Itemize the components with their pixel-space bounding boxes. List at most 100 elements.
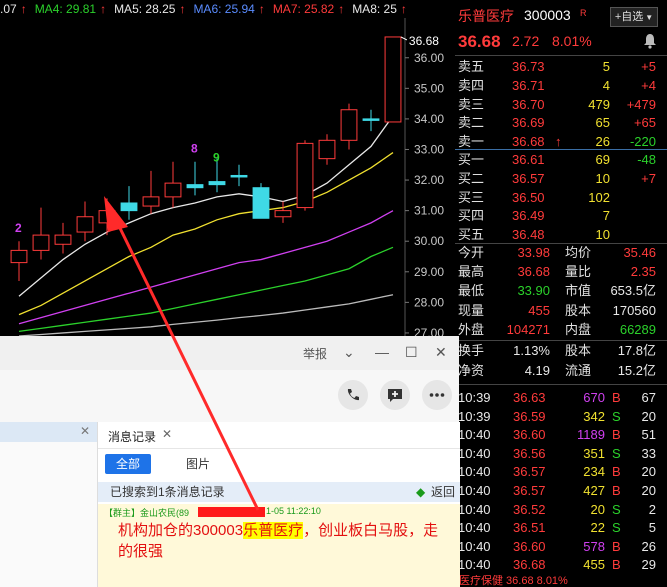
more-options-button[interactable]	[422, 380, 452, 410]
order-book-row: 买二 36.57 10 +7	[455, 169, 667, 188]
ma-line	[18, 246, 394, 333]
order-price: 36.61	[512, 152, 545, 167]
maximize-icon[interactable]: ☐	[405, 344, 418, 361]
price-change: 2.72	[512, 33, 540, 49]
candle-body	[54, 234, 72, 245]
order-volume-change: +5	[641, 59, 656, 74]
tick-count: 2	[648, 501, 656, 517]
candle-body	[98, 210, 116, 224]
message-time: 1-05 11:22:10	[266, 506, 321, 516]
order-level-label: 买三	[458, 189, 485, 205]
tick-volume: 234	[583, 464, 605, 480]
order-level-label: 卖三	[458, 96, 485, 112]
stat-value: 33.90	[517, 283, 550, 299]
order-volume: 7	[602, 208, 610, 224]
order-book-row: 买一 36.61 69 -48	[455, 150, 667, 169]
stat-row: 净资 4.19 流通 15.2亿	[455, 361, 667, 380]
tick-price: 36.57	[513, 464, 546, 480]
tick-row: 10:40 36.60 578 B 26	[455, 537, 667, 556]
r-badge: R	[580, 8, 587, 18]
search-result-bar: 已搜索到1条消息记录 ◆ 返回	[98, 482, 460, 502]
ma-legend-item: MA6: 25.94	[193, 2, 255, 16]
tick-price: 36.68	[513, 557, 546, 573]
minimize-icon[interactable]: —	[375, 344, 389, 360]
add-watchlist-button[interactable]: +自选 ▼	[610, 7, 658, 27]
tick-time: 10:40	[458, 557, 491, 573]
close-icon[interactable]: ✕	[162, 427, 172, 441]
order-price: 36.69	[512, 115, 545, 131]
left-tab[interactable]: ✕	[0, 422, 97, 442]
tick-price: 36.52	[513, 501, 546, 517]
stat-value: 35.46	[623, 245, 656, 260]
tick-time: 10:40	[458, 520, 491, 536]
order-level-label: 买二	[458, 170, 485, 186]
close-icon[interactable]: ✕	[80, 424, 90, 438]
report-link[interactable]: 举报	[303, 345, 327, 362]
message-history-pane: 消息记录 ✕ 全部 图片 已搜索到1条消息记录 ◆ 返回 【群主】金山农民(89…	[97, 422, 460, 587]
candle-body	[252, 187, 270, 219]
stat-value: 2.35	[630, 264, 656, 280]
candle-body	[318, 139, 336, 160]
stat-value: 17.8亿	[617, 343, 656, 358]
chevron-down-icon[interactable]: ⌄	[343, 344, 355, 361]
back-arrow-icon[interactable]: ◆	[416, 482, 425, 502]
order-price: 36.49	[512, 208, 545, 224]
tick-side: S	[612, 501, 621, 517]
tab-message-history[interactable]: 消息记录	[108, 428, 156, 445]
bell-icon[interactable]	[643, 33, 657, 49]
tick-row: 10:40 36.56 351 S 33	[455, 444, 667, 463]
chat-add-icon	[388, 389, 402, 402]
candle-body	[10, 249, 28, 264]
tick-row: 10:40 36.68 455 B 29	[455, 555, 667, 574]
tick-price: 36.56	[513, 445, 546, 461]
tick-row: 10:39 36.63 670 B 67	[455, 388, 667, 407]
message-text-part: 机构加仓的300003	[118, 522, 244, 539]
up-arrow-icon: ↑	[100, 2, 107, 16]
tick-volume: 1189	[577, 427, 605, 443]
candle-body	[384, 36, 402, 123]
ma-legend-item: .07	[0, 2, 17, 16]
stat-row: 现量 455 股本 170560	[455, 301, 667, 320]
stat-label: 净资	[458, 363, 485, 378]
ma-line	[18, 152, 394, 316]
phone-call-button[interactable]	[338, 380, 368, 410]
order-level-label: 买一	[458, 152, 485, 167]
chat-window: 举报 ⌄ — ☐ ✕ ✕ 消息记录 ✕ 全部 图片 已搜索到1条消息记录 ◆ 返…	[0, 336, 460, 587]
stat-value: 4.19	[524, 363, 550, 378]
candle-body	[164, 182, 182, 198]
redaction-bar	[198, 507, 265, 517]
order-book-row: 买五 36.48 10	[455, 225, 667, 244]
close-icon[interactable]: ✕	[435, 344, 447, 361]
stat-row: 最高 36.68 量比 2.35	[455, 262, 667, 281]
candlestick-chart[interactable]: 36.00 35.00 34.00 33.00 32.00 31.00 30.00 29.00…	[0, 18, 452, 336]
order-level-label: 卖二	[458, 115, 485, 131]
order-volume: 10	[595, 170, 610, 186]
stat-value: 170560	[612, 302, 656, 318]
ma-line	[18, 294, 394, 336]
order-price: 36.73	[512, 59, 545, 74]
y-tick-label: 35.00	[414, 81, 444, 95]
message-sender: 【群主】金山农民(89	[104, 508, 190, 518]
tick-time: 10:40	[458, 538, 491, 554]
tick-price: 36.60	[513, 538, 546, 554]
tick-time: 10:40	[458, 483, 491, 498]
filter-image-button[interactable]: 图片	[186, 454, 210, 474]
message-item[interactable]: 【群主】金山农民(89 1-05 11:22:10 机构加仓的300003乐普医…	[98, 504, 460, 587]
candle-body	[296, 142, 314, 209]
filter-all-button[interactable]: 全部	[105, 454, 151, 474]
order-volume: 4	[602, 77, 610, 93]
tick-side: S	[612, 408, 621, 424]
last-price: 36.68	[458, 32, 501, 51]
ma-legend-item: MA8: 25	[352, 2, 397, 16]
candle-body	[208, 181, 226, 186]
tick-count: 20	[641, 483, 656, 498]
order-volume: 69	[595, 152, 610, 167]
tick-time: 10:39	[458, 408, 491, 424]
tick-row: 10:40 36.57 234 B 20	[455, 462, 667, 481]
order-level-label: 买五	[458, 227, 485, 243]
add-comment-button[interactable]	[380, 380, 410, 410]
stat-value: 66289	[619, 321, 656, 337]
back-link[interactable]: 返回	[431, 482, 455, 502]
divider	[455, 55, 667, 56]
divider	[455, 384, 667, 385]
